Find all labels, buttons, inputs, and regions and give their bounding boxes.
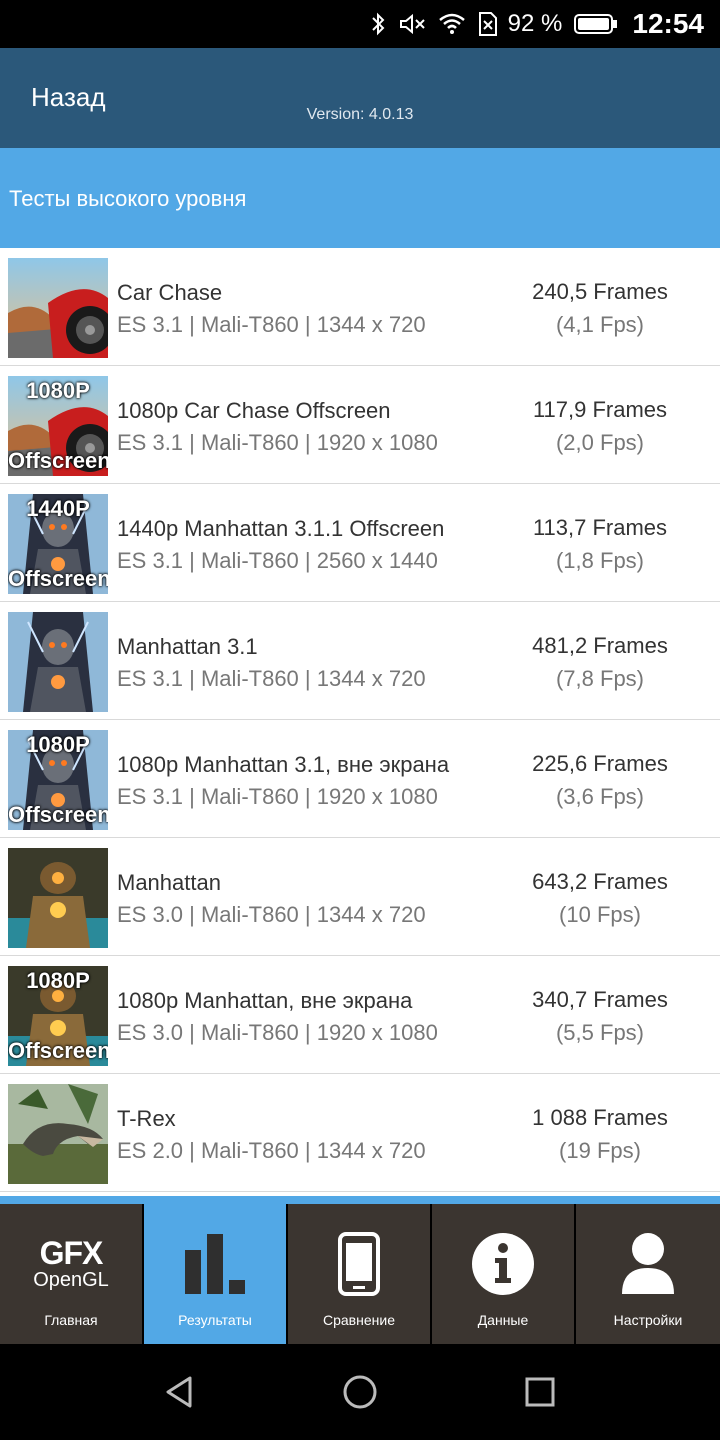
test-score: 643,2 Frames <box>532 869 668 894</box>
test-description: ES 2.0 | Mali-T860 | 1344 x 720 <box>117 1138 426 1163</box>
phone-icon <box>288 1232 430 1296</box>
test-row[interactable]: 1080P Offscreen 1080p Manhattan, вне экр… <box>0 956 720 1074</box>
car-chase-thumbnail <box>8 258 108 358</box>
offscreen-badge: Offscreen <box>8 448 108 473</box>
test-description: ES 3.1 | Mali-T860 | 1920 x 1080 <box>117 430 438 455</box>
test-score: 117,9 Frames <box>532 397 668 422</box>
test-row[interactable]: Manhattan 3.1 ES 3.1 | Mali-T860 | 1344 … <box>0 602 720 720</box>
test-description: ES 3.1 | Mali-T860 | 1344 x 720 <box>117 666 426 691</box>
test-description: ES 3.1 | Mali-T860 | 1344 x 720 <box>117 312 426 337</box>
test-score: 1 088 Frames <box>532 1105 668 1130</box>
section-title: Тесты высокого уровня <box>9 186 247 211</box>
test-row[interactable]: T-Rex ES 2.0 | Mali-T860 | 1344 x 720 1 … <box>0 1074 720 1192</box>
test-name: 1080p Manhattan, вне экрана <box>117 988 413 1013</box>
test-name: Manhattan 3.1 <box>117 634 258 659</box>
test-name: Manhattan <box>117 870 221 895</box>
test-description: ES 3.0 | Mali-T860 | 1344 x 720 <box>117 902 426 927</box>
test-fps: (19 Fps) <box>559 1138 641 1163</box>
tab-compare[interactable]: Сравнение <box>288 1204 432 1344</box>
test-row[interactable]: Car Chase ES 3.1 | Mali-T860 | 1344 x 72… <box>0 248 720 366</box>
wifi-icon <box>438 12 466 36</box>
test-score: 113,7 Frames <box>532 515 668 540</box>
status-bar: 92 % 12:54 <box>0 0 720 48</box>
version-label: Version: 4.0.13 <box>306 106 414 123</box>
test-fps: (7,8 Fps) <box>555 666 645 691</box>
test-score: 225,6 Frames <box>532 751 668 776</box>
recents-icon[interactable] <box>520 1372 560 1412</box>
test-description: ES 3.1 | Mali-T860 | 2560 x 1440 <box>117 548 438 573</box>
test-row[interactable]: 1080P Offscreen 1080p Manhattan 3.1, вне… <box>0 720 720 838</box>
test-description: ES 3.0 | Mali-T860 | 1920 x 1080 <box>117 1020 438 1045</box>
test-score: 240,5 Frames <box>532 279 668 304</box>
gfx-opengl-logo: GFX OpenGL <box>0 1232 142 1296</box>
test-name: 1080p Car Chase Offscreen <box>117 398 391 423</box>
resolution-badge: 1440P <box>26 496 90 521</box>
test-name: 1080p Manhattan 3.1, вне экрана <box>117 752 450 777</box>
tab-settings-label: Настройки <box>613 1312 683 1328</box>
bottom-tab-bar: GFX OpenGL Главная Результаты Сравнение … <box>0 1196 720 1344</box>
manhattan31-thumbnail <box>8 612 108 712</box>
resolution-badge: 1080P <box>26 968 90 993</box>
test-name: Car Chase <box>117 280 223 305</box>
offscreen-badge: Offscreen <box>8 566 108 591</box>
test-score: 340,7 Frames <box>532 987 668 1012</box>
manhattan-thumbnail <box>8 848 108 948</box>
logo-opengl-text: OpenGL <box>33 1269 109 1291</box>
tab-results[interactable]: Результаты <box>144 1204 288 1344</box>
test-name: 1440p Manhattan 3.1.1 Offscreen <box>117 516 445 541</box>
test-score: 481,2 Frames <box>532 633 668 658</box>
home-icon[interactable] <box>340 1372 380 1412</box>
manhattan31-thumbnail: 1080P Offscreen <box>8 730 108 830</box>
test-fps: (5,5 Fps) <box>555 1020 645 1045</box>
tab-results-label: Результаты <box>178 1312 252 1328</box>
info-icon <box>432 1232 574 1296</box>
offscreen-badge: Offscreen <box>8 1038 108 1063</box>
system-nav-bar <box>0 1344 720 1440</box>
trex-thumbnail <box>8 1084 108 1184</box>
back-icon[interactable] <box>160 1372 200 1412</box>
test-fps: (2,0 Fps) <box>555 430 645 455</box>
user-icon <box>576 1232 720 1296</box>
app-header: Назад Version: 4.0.13 <box>0 48 720 148</box>
mute-icon <box>398 12 426 36</box>
section-header: Тесты высокого уровня <box>0 148 720 248</box>
test-row[interactable]: 1080P Offscreen 1080p Car Chase Offscree… <box>0 366 720 484</box>
battery-icon <box>574 13 618 35</box>
tab-home[interactable]: GFX OpenGL Главная <box>0 1204 144 1344</box>
resolution-badge: 1080P <box>26 732 90 757</box>
manhattan31-thumbnail: 1440P Offscreen <box>8 494 108 594</box>
resolution-badge: 1080P <box>26 378 90 403</box>
bluetooth-icon <box>370 12 386 36</box>
offscreen-badge: Offscreen <box>8 802 108 827</box>
results-list: Car Chase ES 3.1 | Mali-T860 | 1344 x 72… <box>0 248 720 1192</box>
test-row[interactable]: 1440P Offscreen 1440p Manhattan 3.1.1 Of… <box>0 484 720 602</box>
tab-home-label: Главная <box>44 1312 98 1328</box>
bar-chart-icon <box>144 1232 286 1296</box>
battery-percent: 92 % <box>507 10 563 37</box>
car-chase-thumbnail: 1080P Offscreen <box>8 376 108 476</box>
tab-data[interactable]: Данные <box>432 1204 576 1344</box>
logo-gfx-text: GFX <box>39 1235 104 1271</box>
test-fps: (10 Fps) <box>559 902 641 927</box>
manhattan-thumbnail: 1080P Offscreen <box>8 966 108 1066</box>
sim-icon <box>478 11 498 37</box>
test-row[interactable]: Manhattan ES 3.0 | Mali-T860 | 1344 x 72… <box>0 838 720 956</box>
test-fps: (3,6 Fps) <box>555 784 645 809</box>
tab-settings[interactable]: Настройки <box>576 1204 720 1344</box>
test-fps: (1,8 Fps) <box>555 548 645 573</box>
tab-compare-label: Сравнение <box>323 1312 395 1328</box>
clock: 12:54 <box>632 8 704 39</box>
test-description: ES 3.1 | Mali-T860 | 1920 x 1080 <box>117 784 438 809</box>
tab-data-label: Данные <box>477 1312 529 1328</box>
test-name: T-Rex <box>117 1106 176 1131</box>
test-fps: (4,1 Fps) <box>555 312 645 337</box>
